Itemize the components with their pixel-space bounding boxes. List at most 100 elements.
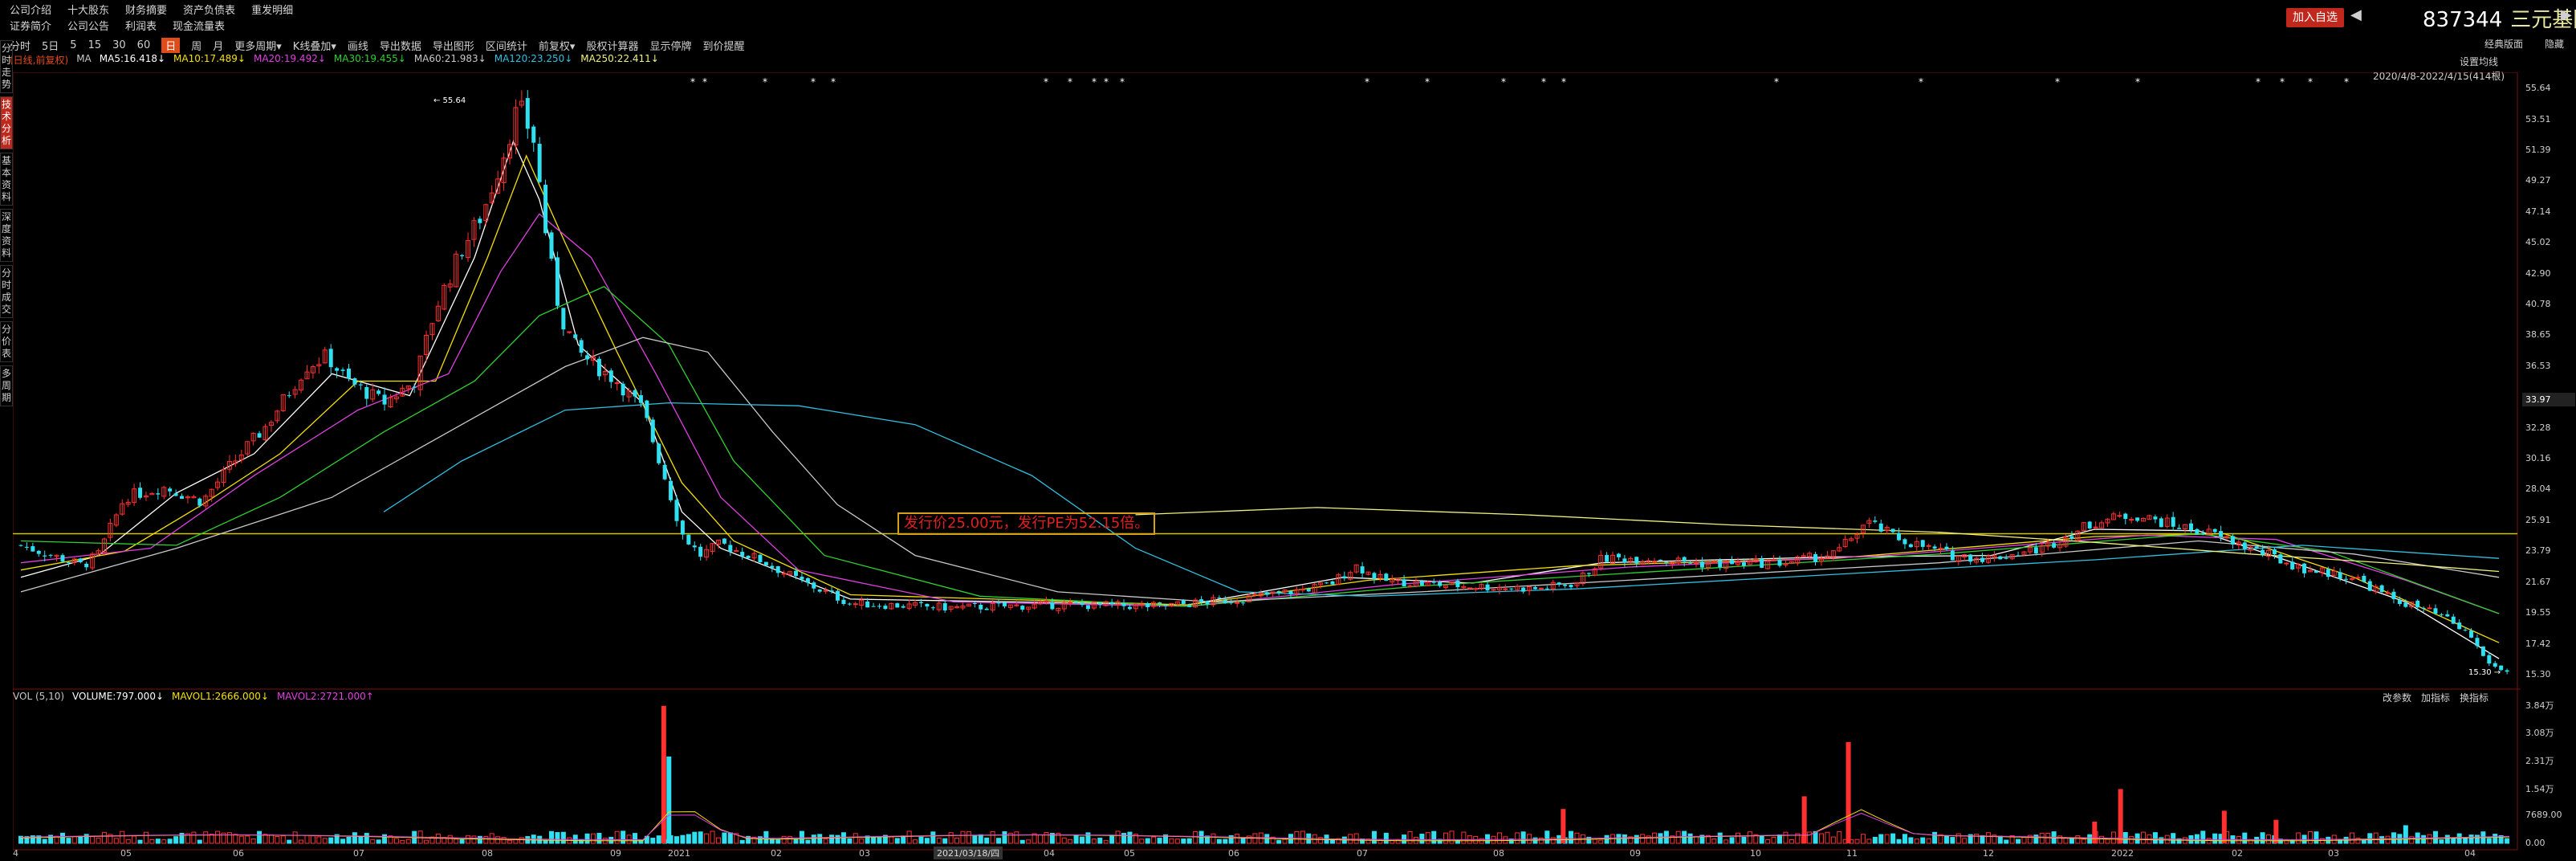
volume-bar [579, 839, 584, 844]
volume-link[interactable]: 换指标 [2460, 691, 2489, 704]
top-nav-link[interactable]: 财务摘要 [125, 2, 167, 17]
volume-bar [197, 839, 202, 844]
toolbar-item[interactable]: 导出数据 [380, 38, 421, 53]
toolbar-item[interactable]: 5日 [42, 38, 59, 53]
toolbar-item[interactable]: 股权计算器 [586, 38, 638, 53]
volume-bar [1878, 834, 1884, 844]
volume-bar [96, 838, 101, 844]
toolbar-item[interactable]: 60 [137, 39, 151, 51]
top-nav-link[interactable]: 公司公告 [67, 18, 109, 33]
volume-bar [1109, 834, 1115, 844]
price-tick-label: 21.67 [2525, 576, 2551, 587]
volume-bar [1866, 839, 1872, 844]
candle-body [614, 382, 620, 385]
candle-body [2272, 549, 2277, 555]
side-tab[interactable]: 技术分析 [0, 96, 13, 149]
top-nav-link[interactable]: 十大股东 [67, 2, 109, 17]
event-marker-icon: * [2344, 76, 2349, 88]
top-nav-link[interactable]: 资产负债表 [183, 2, 235, 17]
toolbar-item[interactable]: 画线 [348, 38, 368, 53]
top-nav-link[interactable]: 证券简介 [10, 18, 51, 33]
price-tick-label: 25.91 [2525, 514, 2551, 525]
candle-body [173, 493, 178, 496]
volume-bar [2141, 831, 2147, 844]
volume-link[interactable]: 改参数 [2383, 691, 2411, 704]
volume-tick-label: 3.08万 [2525, 728, 2554, 739]
month-label: 07 [353, 848, 364, 859]
volume-link[interactable]: 加指标 [2421, 691, 2450, 704]
side-tab[interactable]: 基本资料 [0, 153, 13, 206]
candle-body [2469, 630, 2474, 638]
volume-bar [1097, 838, 1103, 844]
event-marker-icon: * [702, 76, 707, 88]
toolbar-item[interactable]: 5 [70, 39, 76, 51]
candle-body [2261, 549, 2265, 555]
candle-body [1276, 590, 1281, 593]
prev-stock-arrow-icon[interactable]: ◀ [2350, 6, 2362, 23]
toolbar-item[interactable]: 月 [213, 38, 223, 53]
candle-body [2254, 546, 2259, 549]
toolbar-item[interactable]: 日 [161, 37, 181, 53]
next-stock-arrow-icon[interactable]: ▶ [2561, 6, 2572, 23]
volume-bar [1061, 837, 1067, 844]
candle-body [1968, 554, 1973, 562]
volume-tick-label: 3.84万 [2525, 700, 2554, 711]
candle-body [2451, 616, 2456, 624]
chart-toolbar: 分时 5日 5 15 30 60 日周月更多周期▾ K线叠加▾ 画线 导出数据 导出图形 区间统计 前复… [10, 37, 745, 53]
candle-body [1622, 558, 1627, 563]
side-tab[interactable]: 分时走势 [0, 40, 13, 93]
volume-bar [513, 839, 519, 844]
toolbar-item[interactable]: 15 [88, 39, 102, 51]
candle-body [1521, 587, 1526, 592]
top-nav-link[interactable]: 重发明细 [251, 2, 293, 17]
volume-bar [787, 836, 793, 844]
price-tick-label: 30.16 [2525, 453, 2551, 464]
volume-bar [393, 838, 399, 844]
top-nav-link[interactable]: 利润表 [125, 18, 157, 33]
toolbar-item[interactable]: K线叠加▾ [293, 38, 336, 53]
side-tabs: 分时走势技术分析基本资料深度资料分时成交分价表多周期 [0, 40, 13, 410]
volume-bar [2129, 836, 2134, 844]
side-tab[interactable]: 深度资料 [0, 209, 13, 262]
toolbar-item[interactable]: 显示停牌 [649, 38, 691, 53]
volume-bar [835, 834, 840, 844]
volume-bar [924, 838, 930, 844]
month-label: 05 [120, 848, 132, 859]
candle-body [2135, 517, 2140, 521]
classic-layout-link[interactable]: 经典版面 [2484, 37, 2523, 51]
kline-chart[interactable]: * * * * * * * * * * * * * * * * * * * * * * * [13, 72, 2521, 859]
candle-body [2016, 555, 2021, 557]
ma-legend-item: MA5:16.418↓ [99, 53, 166, 64]
volume-bar [686, 834, 691, 844]
candle-body [608, 370, 613, 382]
volume-bar [2409, 836, 2415, 844]
side-tab[interactable]: 分价表 [0, 321, 13, 362]
candle-body [2087, 521, 2092, 528]
top-nav-link[interactable]: 现金流量表 [173, 18, 225, 33]
side-tab[interactable]: 分时成交 [0, 265, 13, 318]
current-price-tag: 33.97 [2522, 393, 2575, 406]
candle-body [1121, 602, 1126, 606]
volume-bar [120, 830, 125, 844]
toolbar-item[interactable]: 更多周期▾ [234, 38, 282, 53]
volume-bar [1902, 834, 1907, 844]
add-favorite-button[interactable]: 加入自选 [2286, 8, 2344, 27]
toolbar-item[interactable]: 导出图形 [433, 38, 474, 53]
candle-body [180, 496, 185, 500]
hide-link[interactable]: 隐藏 [2545, 37, 2564, 51]
top-nav-link[interactable]: 公司介绍 [10, 2, 51, 17]
volume-bar [2099, 835, 2105, 844]
volume-bar [1515, 832, 1520, 844]
toolbar-item[interactable]: 到价提醒 [702, 38, 744, 53]
candle-body [1187, 605, 1192, 607]
volume-bar [1950, 837, 1955, 844]
toolbar-item[interactable]: 前复权▾ [539, 38, 576, 53]
volume-bar [78, 835, 83, 844]
volume-bar [167, 839, 173, 844]
volume-bar [382, 834, 388, 844]
side-tab[interactable]: 多周期 [0, 365, 13, 406]
toolbar-item[interactable]: 区间统计 [486, 38, 527, 53]
toolbar-item[interactable]: 周 [191, 38, 201, 53]
set-ma-link[interactable]: 设置均线 [2460, 55, 2498, 68]
toolbar-item[interactable]: 30 [112, 39, 126, 51]
